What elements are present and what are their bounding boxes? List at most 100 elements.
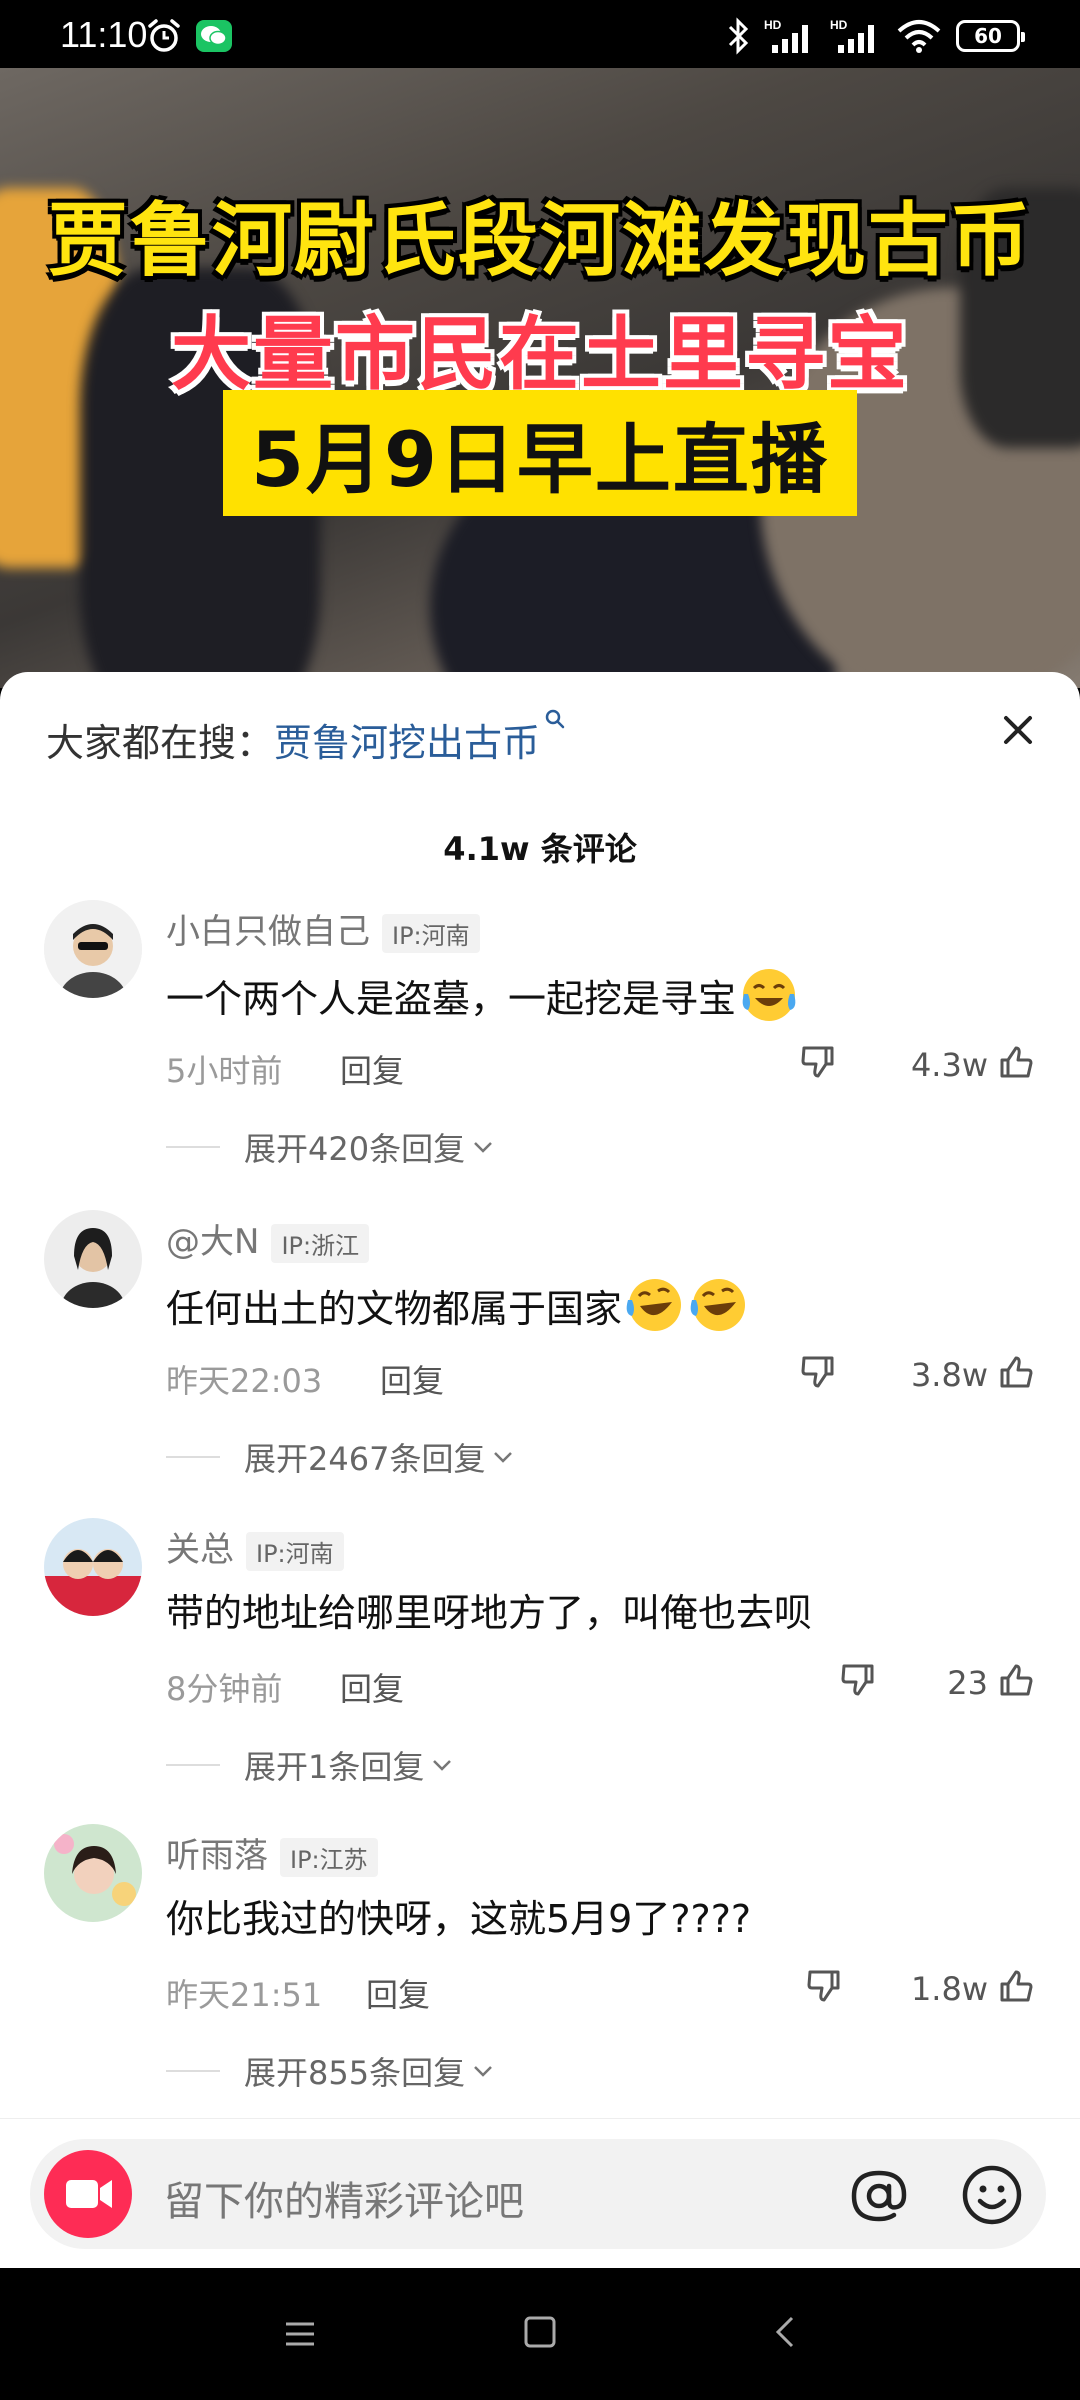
expand-replies-label: 展开420条回复 — [244, 1130, 466, 1168]
comment-item: @大N IP:浙江 任何出土的文物都属于国家 昨天22:03 回复 3.8w 展… — [0, 1210, 1080, 1510]
battery-level: 60 — [974, 24, 1002, 48]
ip-location-tag: IP:河南 — [246, 1532, 344, 1571]
dislike-icon[interactable] — [798, 1352, 838, 1392]
crying-laughing-emoji — [742, 969, 796, 1021]
comment-item: 小白只做自己 IP:河南 一个两个人是盗墓，一起挖是寻宝 5小时前 回复 4.3w… — [0, 900, 1080, 1200]
comment-text-body: 你比我过的快呀，这就5月9了???? — [166, 1897, 752, 1941]
dislike-icon[interactable] — [804, 1966, 844, 2006]
comment-author-name: @大N — [166, 1222, 260, 1262]
signal-hd-icon: HD — [764, 18, 808, 53]
chevron-down-icon — [433, 1760, 452, 1771]
comment-text[interactable]: 任何出土的文物都属于国家 — [166, 1274, 750, 1336]
like-icon[interactable] — [996, 1966, 1036, 2006]
expand-divider — [166, 1764, 220, 1766]
comment-author-name: 小白只做自己 — [166, 912, 370, 952]
comment-time: 5小时前 — [166, 1052, 283, 1090]
comment-text-body: 带的地址给哪里呀地方了，叫俺也去呗 — [166, 1591, 813, 1635]
like-count: 3.8w — [910, 1356, 988, 1394]
close-icon[interactable] — [996, 708, 1040, 752]
expand-replies-label: 展开2467条回复 — [244, 1440, 486, 1478]
reply-button[interactable]: 回复 — [340, 1664, 404, 1710]
bluetooth-icon — [728, 17, 749, 55]
like-count: 1.8w — [910, 1970, 988, 2008]
comment-text[interactable]: 带的地址给哪里呀地方了，叫俺也去呗 — [166, 1582, 812, 1637]
comments-sheet: 大家都在搜：贾鲁河挖出古币 4.1w 条评论 小白只做自己 IP:河南 一个两个人… — [0, 672, 1080, 2268]
comment-time: 昨天21:51 — [166, 1976, 323, 2014]
expand-replies-label: 展开1条回复 — [244, 1748, 425, 1786]
dislike-icon[interactable] — [798, 1042, 838, 1082]
expand-replies[interactable]: 展开2467条回复 — [166, 1434, 517, 1480]
home-icon[interactable] — [520, 2312, 560, 2352]
comment-author[interactable]: 小白只做自己 IP:河南 — [166, 904, 480, 953]
comment-author[interactable]: @大N IP:浙江 — [166, 1214, 370, 1263]
avatar[interactable] — [44, 1518, 142, 1616]
expand-replies[interactable]: 展开420条回复 — [166, 1124, 497, 1170]
battery-icon: 60 — [956, 20, 1025, 52]
emoji-icon[interactable] — [960, 2163, 1024, 2227]
comment-time: 昨天22:03 — [166, 1362, 323, 1400]
mention-icon[interactable] — [848, 2165, 910, 2227]
comment-input-placeholder[interactable]: 留下你的精彩评论吧 — [164, 2169, 524, 2227]
comment-text-body: 任何出土的文物都属于国家 — [166, 1286, 623, 1331]
like-icon[interactable] — [996, 1352, 1036, 1392]
expand-divider — [166, 1146, 220, 1148]
video-camera-icon — [66, 2180, 112, 2208]
comment-author[interactable]: 听雨落 IP:江苏 — [166, 1828, 378, 1877]
comment-text[interactable]: 一个两个人是盗墓，一起挖是寻宝 — [166, 964, 800, 1026]
search-icon — [545, 709, 565, 729]
comment-time: 8分钟前 — [166, 1670, 283, 1708]
comment-item: 听雨落 IP:江苏 你比我过的快呀，这就5月9了???? 昨天21:51 回复 1… — [0, 1824, 1080, 2124]
rofl-emoji — [690, 1279, 746, 1331]
alarm-icon — [148, 19, 180, 52]
status-time: 11:10 — [60, 14, 148, 55]
expand-divider — [166, 2070, 220, 2072]
svg-text:HD: HD — [830, 18, 848, 32]
reply-button[interactable]: 回复 — [380, 1356, 444, 1402]
dislike-icon[interactable] — [838, 1660, 878, 1700]
comment-count: 4.1w 条评论 — [443, 830, 637, 868]
reply-button[interactable]: 回复 — [340, 1046, 404, 1092]
wifi-icon — [897, 20, 941, 53]
comment-text-body: 一个两个人是盗墓，一起挖是寻宝 — [166, 976, 737, 1021]
like-count: 23 — [947, 1664, 988, 1702]
ip-location-tag: IP:江苏 — [280, 1838, 378, 1877]
expand-replies[interactable]: 展开855条回复 — [166, 2048, 497, 2094]
ip-location-tag: IP:河南 — [382, 914, 480, 953]
video-caption-line1: 贾鲁河尉氏段河滩发现古币 — [48, 194, 1032, 287]
avatar[interactable] — [44, 900, 142, 998]
like-icon[interactable] — [996, 1660, 1036, 1700]
avatar[interactable] — [44, 1210, 142, 1308]
reply-button[interactable]: 回复 — [366, 1970, 430, 2016]
video-player[interactable]: 贾鲁河尉氏段河滩发现古币 大量市民在土里寻宝 5月9日早上直播 — [0, 68, 1080, 688]
comment-text[interactable]: 你比我过的快呀，这就5月9了???? — [166, 1888, 751, 1943]
svg-text:HD: HD — [764, 18, 782, 32]
comment-author[interactable]: 关总 IP:河南 — [166, 1522, 344, 1571]
menu-icon[interactable] — [280, 2314, 320, 2354]
wechat-icon — [196, 20, 232, 52]
video-comment-button[interactable] — [44, 2150, 132, 2238]
expand-replies-label: 展开855条回复 — [244, 2054, 466, 2092]
status-indicators: HD HD 60 — [726, 16, 1025, 56]
like-icon[interactable] — [996, 1042, 1036, 1082]
comment-input[interactable]: 留下你的精彩评论吧 — [30, 2139, 1046, 2249]
chevron-down-icon — [474, 1142, 492, 1153]
video-caption-line3: 5月9日早上直播 — [223, 390, 857, 516]
comment-author-name: 关总 — [166, 1530, 234, 1570]
ip-location-tag: IP:浙江 — [271, 1224, 370, 1263]
search-suggestion[interactable]: 大家都在搜：贾鲁河挖出古币 — [46, 709, 566, 767]
back-icon[interactable] — [766, 2312, 806, 2352]
comment-input-area: 留下你的精彩评论吧 — [0, 2118, 1080, 2268]
avatar[interactable] — [44, 1824, 142, 1922]
expand-replies[interactable]: 展开1条回复 — [166, 1742, 456, 1788]
search-suggestion-prefix: 大家都在搜： — [46, 721, 275, 765]
system-nav-bar — [0, 2268, 1080, 2400]
search-suggestion-term[interactable]: 贾鲁河挖出古币 — [274, 721, 540, 765]
expand-divider — [166, 1456, 220, 1458]
signal-hd-icon: HD — [830, 18, 874, 53]
comment-author-name: 听雨落 — [166, 1836, 268, 1876]
comment-item: 关总 IP:河南 带的地址给哪里呀地方了，叫俺也去呗 8分钟前 回复 23 展开1… — [0, 1518, 1080, 1818]
rofl-emoji — [626, 1279, 682, 1331]
video-caption-line2: 大量市民在土里寻宝 — [171, 308, 909, 401]
chevron-down-icon — [494, 1452, 513, 1463]
chevron-down-icon — [474, 2066, 492, 2077]
